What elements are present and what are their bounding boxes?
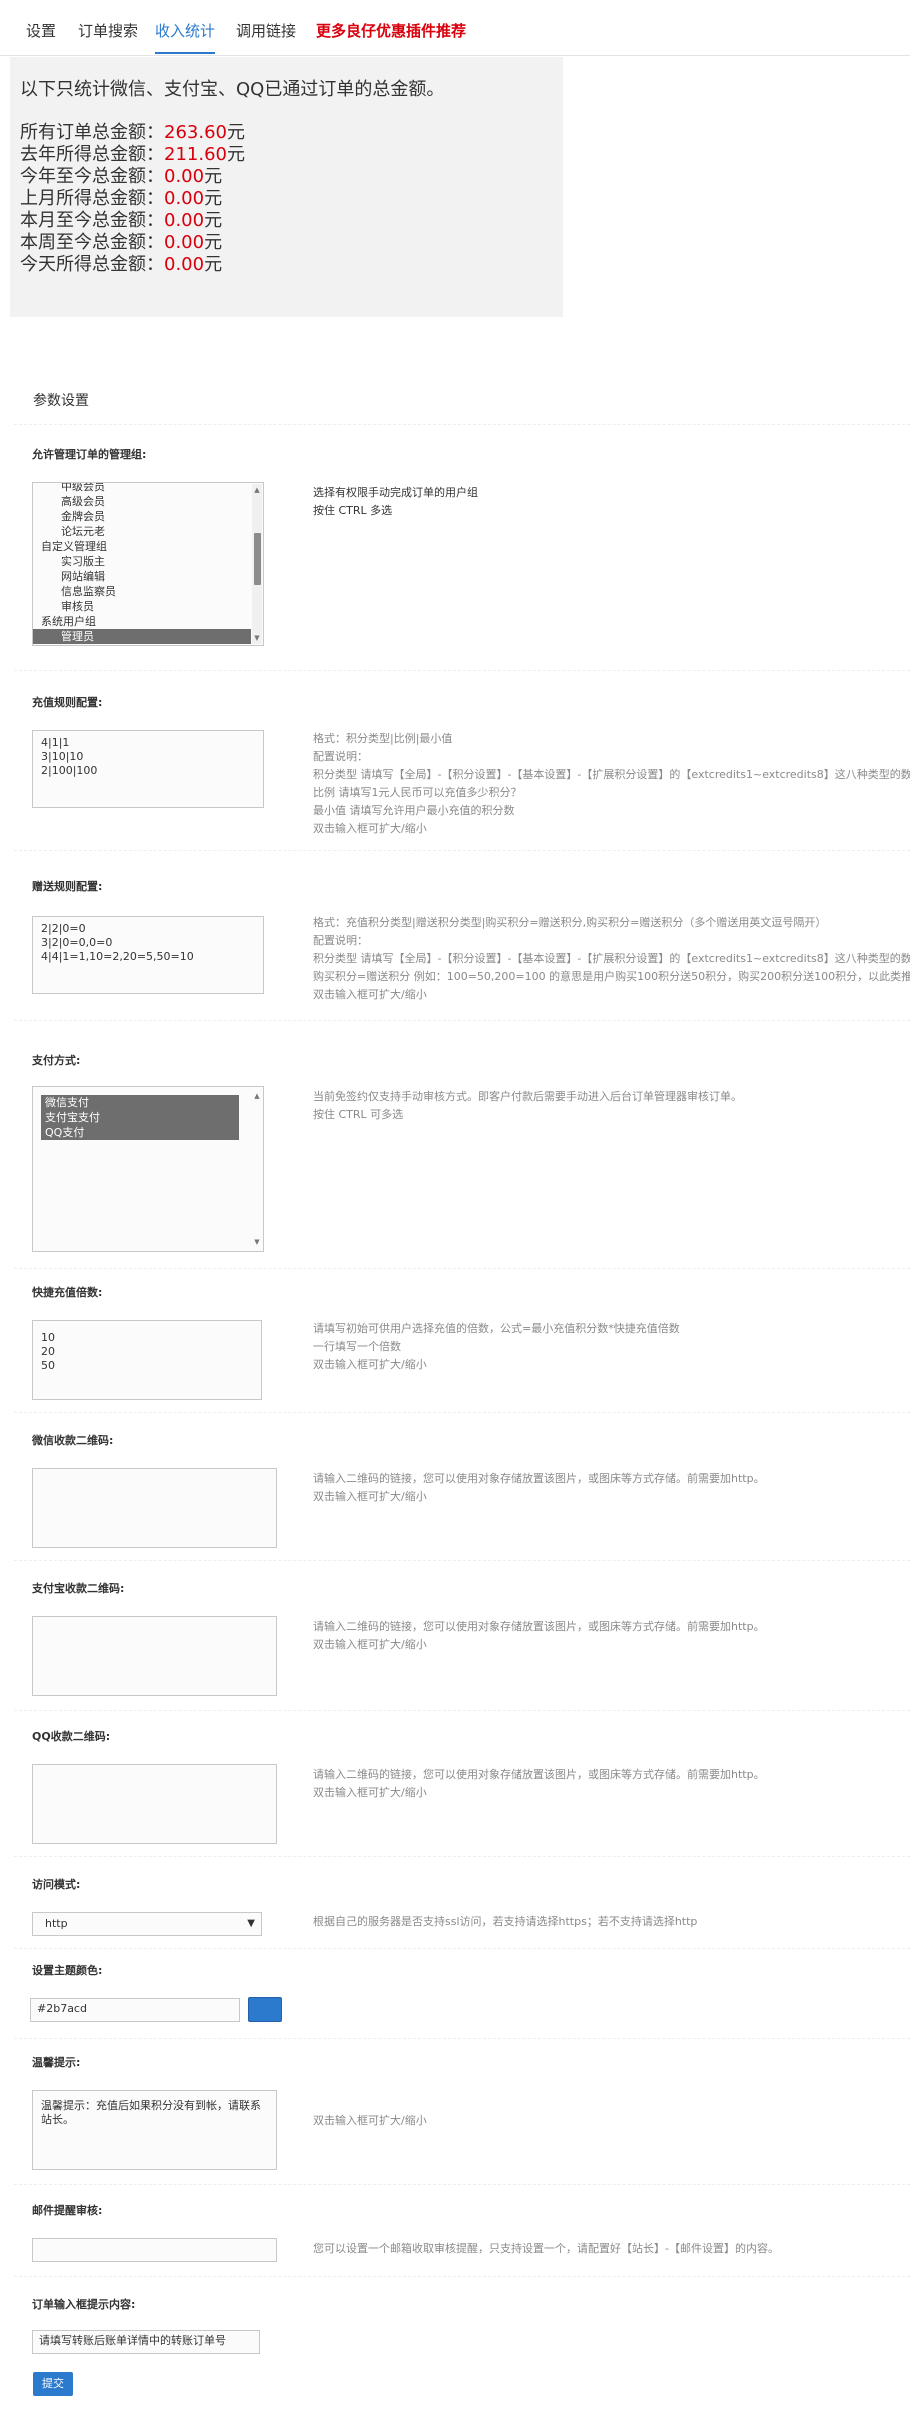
tab-bar: 设置 订单搜索 收入统计 调用链接 更多良仔优惠插件推荐 [0, 0, 910, 56]
option-custom-admin-group[interactable]: 自定义管理组 [33, 539, 251, 554]
option-site-editor[interactable]: 网站编辑 [33, 569, 251, 584]
tips-label: 温馨提示: [32, 2056, 81, 2069]
divider [14, 1268, 910, 1269]
recharge-rules-label: 充值规则配置: [32, 696, 103, 709]
divider [14, 2276, 910, 2277]
settings-title: 参数设置 [33, 393, 89, 409]
quick-multiples-desc: 请填写初始可供用户选择充值的倍数，公式=最小充值积分数*快捷充值倍数 一行填写一… [313, 1322, 680, 1371]
alipay-qr-textarea[interactable] [32, 1616, 277, 1696]
divider [14, 1856, 910, 1857]
stats-intro: 以下只统计微信、支付宝、QQ已通过订单的总金额。 [20, 79, 445, 100]
option-senior-member[interactable]: 高级会员 [33, 494, 251, 509]
manager-groups-listbox[interactable]: 中级会员 高级会员 金牌会员 论坛元老 自定义管理组 实习版主 网站编辑 信息监… [32, 482, 264, 646]
color-picker-swatch[interactable] [248, 1997, 282, 2022]
option-info-inspector[interactable]: 信息监察员 [33, 584, 251, 599]
gift-rules-desc: 格式：充值积分类型|赠送积分类型|购买积分=赠送积分,购买积分=赠送积分（多个赠… [313, 916, 910, 1001]
payment-listbox[interactable]: 微信支付 支付宝支付 QQ支付 ▲ ▼ [32, 1086, 264, 1252]
mail-review-label: 邮件提醒审核: [32, 2204, 103, 2217]
option-intern-moderator[interactable]: 实习版主 [33, 554, 251, 569]
qq-qr-textarea[interactable] [32, 1764, 277, 1844]
wechat-qr-desc: 请输入二维码的链接，您可以使用对象存储放置该图片，或图床等方式存储。前需要加ht… [313, 1472, 765, 1503]
divider [14, 2184, 910, 2185]
divider [14, 2038, 910, 2039]
option-administrator[interactable]: 管理员 [33, 629, 251, 644]
option-wechat-pay[interactable]: 微信支付 [41, 1095, 239, 1110]
scroll-down-arrow-icon[interactable]: ▼ [253, 634, 261, 642]
tab-order-search[interactable]: 订单搜索 [78, 0, 138, 54]
stat-row-last-year: 去年所得总金额：211.60元 [20, 144, 245, 165]
manager-groups-desc: 选择有权限手动完成订单的用户组 按住 CTRL 多选 [313, 486, 478, 517]
order-hint-input[interactable]: 请填写转账后账单详情中的转账订单号 [32, 2330, 260, 2354]
recharge-rules-textarea[interactable]: 4|1|1 3|10|10 2|100|100 [32, 730, 264, 808]
income-stats-panel: 以下只统计微信、支付宝、QQ已通过订单的总金额。 所有订单总金额：263.60元… [10, 57, 563, 317]
scroll-down-arrow-icon[interactable]: ▼ [253, 1238, 261, 1246]
access-mode-label: 访问模式: [32, 1878, 81, 1891]
manager-groups-label: 允许管理订单的管理组: [32, 448, 147, 461]
payment-desc: 当前免签约仅支持手动审核方式。即客户付款后需要手动进入后台订单管理器审核订单。 … [313, 1090, 742, 1121]
divider [14, 1412, 910, 1413]
stat-row-this-month: 本月至今总金额：0.00元 [20, 210, 223, 231]
stat-row-today: 今天所得总金额：0.00元 [20, 254, 223, 275]
option-alipay[interactable]: 支付宝支付 [41, 1110, 239, 1125]
option-forum-elder[interactable]: 论坛元老 [33, 524, 251, 539]
quick-multiples-textarea[interactable]: 10 20 50 [32, 1320, 262, 1400]
scroll-up-arrow-icon[interactable]: ▲ [253, 486, 261, 494]
submit-button[interactable]: 提交 [33, 2372, 73, 2396]
scroll-thumb[interactable] [254, 533, 261, 585]
recharge-rules-desc: 格式：积分类型|比例|最小值 配置说明： 积分类型 请填写【全局】-【积分设置】… [313, 732, 910, 835]
wechat-qr-textarea[interactable] [32, 1468, 277, 1548]
wechat-qr-label: 微信收款二维码: [32, 1434, 114, 1447]
divider [14, 1948, 910, 1949]
gift-rules-textarea[interactable]: 2|2|0=0 3|2|0=0,0=0 4|4|1=1,10=2,20=5,50… [32, 916, 264, 994]
divider [14, 1710, 910, 1711]
tab-income-stats[interactable]: 收入统计 [155, 0, 216, 54]
stat-row-last-month: 上月所得总金额：0.00元 [20, 188, 223, 209]
payment-options: 微信支付 支付宝支付 QQ支付 [41, 1095, 239, 1140]
divider [14, 850, 910, 851]
qq-qr-desc: 请输入二维码的链接，您可以使用对象存储放置该图片，或图床等方式存储。前需要加ht… [313, 1768, 765, 1799]
access-mode-select[interactable]: http ▼ [32, 1912, 262, 1936]
tips-textarea[interactable]: 温馨提示：充值后如果积分没有到帐，请联系 站长。 [32, 2090, 277, 2170]
mail-review-input[interactable] [32, 2238, 277, 2262]
option-system-group[interactable]: 系统用户组 [33, 614, 251, 629]
qq-qr-label: QQ收款二维码: [32, 1730, 111, 1743]
divider [14, 424, 910, 425]
order-hint-label: 订单输入框提示内容: [32, 2298, 136, 2311]
alipay-qr-desc: 请输入二维码的链接，您可以使用对象存储放置该图片，或图床等方式存储。前需要加ht… [313, 1620, 765, 1651]
tab-links[interactable]: 调用链接 [236, 0, 296, 54]
alipay-qr-label: 支付宝收款二维码: [32, 1582, 125, 1595]
divider [14, 670, 910, 671]
option-gold-member[interactable]: 金牌会员 [33, 509, 251, 524]
scroll-up-arrow-icon[interactable]: ▲ [253, 1092, 261, 1100]
divider [14, 1560, 910, 1561]
tab-settings[interactable]: 设置 [26, 0, 56, 54]
access-mode-desc: 根据自己的服务器是否支持ssl访问，若支持请选择https；若不支持请选择htt… [313, 1915, 698, 1928]
theme-color-input[interactable]: #2b7acd [30, 1998, 240, 2022]
divider [14, 1020, 910, 1021]
option-mid-member[interactable]: 中级会员 [33, 483, 251, 494]
tab-more-plugins[interactable]: 更多良仔优惠插件推荐 [316, 0, 466, 54]
stat-row-all: 所有订单总金额：263.60元 [20, 122, 245, 143]
option-reviewer[interactable]: 审核员 [33, 599, 251, 614]
stat-row-this-week: 本周至今总金额：0.00元 [20, 232, 223, 253]
manager-groups-options: 中级会员 高级会员 金牌会员 论坛元老 自定义管理组 实习版主 网站编辑 信息监… [33, 483, 251, 644]
stat-row-this-year: 今年至今总金额：0.00元 [20, 166, 223, 187]
theme-color-label: 设置主题颜色: [32, 1964, 103, 1977]
access-mode-value: http [45, 1917, 68, 1930]
payment-label: 支付方式: [32, 1054, 81, 1067]
quick-multiples-label: 快捷充值倍数: [32, 1286, 103, 1299]
gift-rules-label: 赠送规则配置: [32, 880, 103, 893]
option-qq-pay[interactable]: QQ支付 [41, 1125, 239, 1140]
tips-desc: 双击输入框可扩大/缩小 [313, 2114, 427, 2127]
chevron-down-icon: ▼ [247, 1918, 255, 1929]
mail-review-desc: 您可以设置一个邮箱收取审核提醒，只支持设置一个，请配置好【站长】-【邮件设置】的… [313, 2242, 779, 2255]
